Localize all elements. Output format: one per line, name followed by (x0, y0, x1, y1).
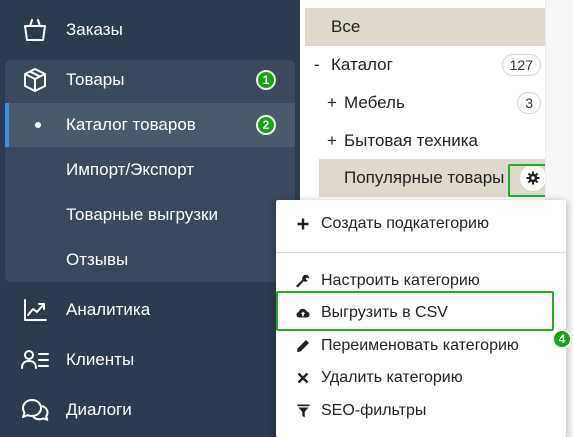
tree-item-furniture[interactable]: + Мебель 3 (305, 84, 545, 122)
sidebar-item-label: Заказы (66, 20, 123, 39)
submenu-item-catalog[interactable]: Каталог товаров 2 (5, 103, 295, 147)
bullet-icon (35, 122, 41, 128)
tree-item-label: Популярные товары (344, 168, 505, 187)
sidebar-item-products[interactable]: Товары 1 (0, 55, 300, 105)
pencil-icon (296, 339, 310, 353)
menu-divider (276, 252, 566, 253)
sidebar-item-label: Клиенты (66, 350, 135, 369)
tree-item-appliances[interactable]: + Бытовая техника (305, 122, 545, 160)
submenu-item-label: Товарные выгрузки (66, 205, 218, 224)
callout-highlight-gear (508, 164, 547, 197)
submenu-item-label: Отзывы (66, 250, 129, 269)
submenu-item-product-feeds[interactable]: Товарные выгрузки (5, 193, 295, 237)
tree-item-catalog[interactable]: - Каталог 127 (305, 46, 545, 84)
box-icon (20, 65, 50, 95)
sidebar-item-orders[interactable]: Заказы (0, 5, 300, 55)
sidebar-item-clients[interactable]: Клиенты (0, 335, 300, 385)
menu-item-seo-filters[interactable]: SEO-фильтры (276, 395, 566, 427)
expand-toggle[interactable]: + (327, 131, 337, 151)
submenu-item-import-export[interactable]: Импорт/Экспорт (5, 148, 295, 192)
menu-item-label: SEO-фильтры (321, 402, 427, 419)
expand-toggle[interactable]: + (327, 93, 337, 113)
sidebar: Заказы Каталог товаров 2 Импорт/Экспорт … (0, 0, 300, 437)
tree-item-label: Все (331, 17, 361, 36)
callout-badge-2: 2 (256, 115, 276, 135)
menu-item-label: Переименовать категорию (321, 337, 519, 354)
close-icon (296, 371, 310, 385)
chat-icon (20, 395, 50, 425)
callout-badge-4: 4 (552, 329, 572, 349)
count-badge: 127 (501, 54, 541, 76)
menu-item-rename-category[interactable]: Переименовать категорию (276, 330, 566, 362)
menu-item-label: Настроить категорию (321, 272, 480, 289)
submenu-item-label: Каталог товаров (66, 115, 196, 134)
submenu-item-label: Импорт/Экспорт (66, 160, 195, 179)
sidebar-item-label: Аналитика (66, 300, 151, 319)
menu-item-label: Создать подкатегорию (321, 215, 489, 232)
tree-item-label: Бытовая техника (344, 131, 478, 150)
sidebar-item-analytics[interactable]: Аналитика (0, 285, 300, 335)
tree-item-all[interactable]: Все (305, 8, 545, 46)
plus-icon (296, 217, 310, 231)
count-badge: 3 (517, 92, 541, 114)
submenu-item-reviews[interactable]: Отзывы (5, 238, 295, 282)
sidebar-item-label: Товары (66, 70, 125, 89)
sidebar-item-dialogs[interactable]: Диалоги (0, 385, 300, 435)
tree-item-label: Каталог (331, 55, 393, 74)
menu-item-create-subcategory[interactable]: Создать подкатегорию (276, 208, 566, 240)
chart-line-icon (20, 295, 50, 325)
collapse-toggle[interactable]: - (314, 55, 320, 75)
wrench-icon (296, 274, 310, 288)
clients-icon (20, 345, 50, 375)
tree-item-label: Мебель (344, 93, 405, 112)
menu-item-delete-category[interactable]: Удалить категорию (276, 362, 566, 394)
shopping-bag-icon (20, 15, 50, 45)
filter-icon (296, 404, 310, 418)
callout-badge-1: 1 (256, 70, 276, 90)
sidebar-item-label: Диалоги (66, 400, 132, 419)
menu-item-label: Удалить категорию (321, 369, 463, 386)
callout-highlight-export-csv (276, 291, 554, 331)
